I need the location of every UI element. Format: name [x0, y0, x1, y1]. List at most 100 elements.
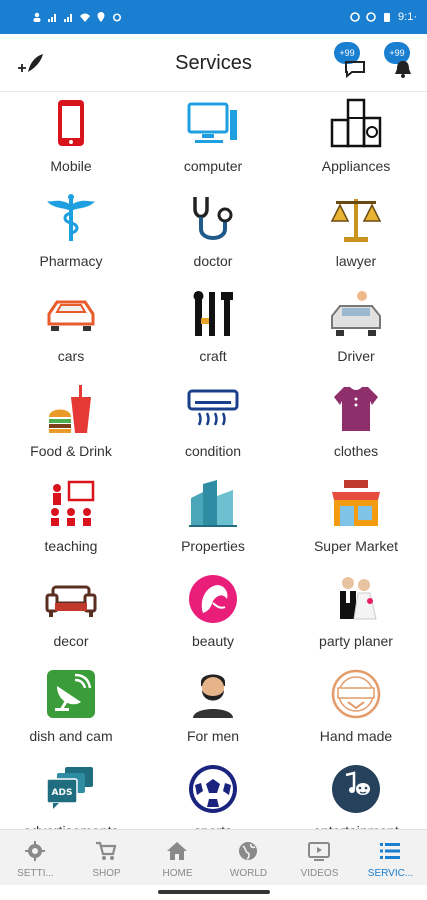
hand-made-badge-icon — [331, 669, 381, 719]
stethoscope-icon — [193, 197, 233, 240]
service-label: decor — [53, 633, 89, 649]
notifications-button[interactable]: +99 — [384, 42, 418, 78]
nav-shop[interactable]: SHOP — [71, 830, 142, 886]
service-label: teaching — [44, 538, 98, 554]
nav-label: HOME — [162, 868, 193, 879]
sync-icon — [350, 12, 360, 22]
service-label: Hand made — [319, 728, 393, 744]
blouse-icon — [334, 387, 378, 431]
status-icons-left — [32, 12, 122, 22]
caduceus-icon — [47, 194, 95, 241]
ads-icon: ADS — [46, 767, 93, 809]
service-condition[interactable]: condition — [142, 377, 284, 472]
mobile-phone-icon — [58, 100, 84, 146]
service-label: cars — [57, 348, 85, 364]
nav-services[interactable]: SERVIC... — [355, 830, 426, 886]
market-store-icon — [332, 480, 380, 526]
service-label: Driver — [337, 348, 375, 364]
shopping-cart-icon — [96, 841, 117, 860]
chat-icon — [345, 61, 365, 78]
nav-videos[interactable]: VIDEOS — [284, 830, 355, 886]
beauty-face-icon — [189, 575, 237, 623]
status-time: 9:1· — [398, 11, 417, 23]
air-conditioner-icon — [187, 389, 239, 426]
home-icon — [167, 842, 187, 860]
service-advertisements[interactable]: ADS advertisements — [0, 757, 142, 829]
nav-label: SETTI... — [17, 868, 54, 879]
teaching-icon — [51, 480, 95, 526]
alarm-icon — [113, 13, 121, 22]
system-home-bar — [0, 885, 427, 900]
status-bar: 9:1· — [0, 0, 427, 34]
service-label: Food & Drink — [30, 443, 112, 459]
service-super-market[interactable]: Super Market — [285, 472, 427, 567]
service-lawyer[interactable]: lawyer — [285, 187, 427, 282]
nav-world[interactable]: WORLD — [213, 830, 284, 886]
bearded-man-icon — [193, 674, 233, 718]
service-label: Pharmacy — [39, 253, 103, 269]
soccer-ball-icon — [189, 765, 237, 813]
service-sports[interactable]: sports — [142, 757, 284, 829]
service-mobile[interactable]: Mobile — [0, 92, 142, 187]
tools-icon — [193, 291, 233, 336]
service-label: Mobile — [50, 158, 92, 174]
service-label: computer — [183, 158, 243, 174]
person-icon — [33, 12, 41, 22]
service-cars[interactable]: cars — [0, 282, 142, 377]
burger-drink-icon — [49, 385, 91, 433]
service-for-men[interactable]: For men — [142, 662, 284, 757]
service-label: beauty — [191, 633, 235, 649]
service-appliances[interactable]: Appliances — [285, 92, 427, 187]
service-craft[interactable]: craft — [142, 282, 284, 377]
satellite-dish-icon — [47, 670, 95, 718]
service-properties[interactable]: Properties — [142, 472, 284, 567]
appliances-icon — [330, 98, 382, 148]
service-hand-made[interactable]: Hand made — [285, 662, 427, 757]
list-icon — [380, 843, 400, 859]
sync-icon-2 — [366, 12, 376, 22]
status-icons-right: 9:1· — [350, 11, 417, 23]
service-label: Properties — [181, 538, 245, 554]
service-party-planer[interactable]: party planer — [285, 567, 427, 662]
service-entertainment[interactable]: entertainment — [285, 757, 427, 829]
home-indicator[interactable] — [158, 890, 270, 894]
service-label: Appliances — [321, 158, 391, 174]
bell-icon — [395, 61, 411, 78]
service-driver[interactable]: Driver — [285, 282, 427, 377]
nav-settings[interactable]: SETTI... — [0, 830, 71, 886]
gear-icon — [25, 841, 45, 861]
service-label: clothes — [333, 443, 379, 459]
service-beauty[interactable]: beauty — [142, 567, 284, 662]
car-icon — [47, 300, 95, 331]
location-icon — [97, 12, 105, 22]
service-label: condition — [184, 443, 242, 459]
theater-music-icon — [332, 765, 380, 813]
signal-icon — [48, 14, 56, 22]
service-teaching[interactable]: teaching — [0, 472, 142, 567]
bottom-navigation: SETTI... SHOP HOME WORLD VIDEOS SERVIC..… — [0, 829, 427, 885]
wedding-couple-icon — [340, 577, 377, 620]
service-pharmacy[interactable]: Pharmacy — [0, 187, 142, 282]
service-dish-and-cam[interactable]: dish and cam — [0, 662, 142, 757]
nav-label: SHOP — [92, 868, 121, 879]
scales-icon — [330, 199, 382, 242]
driver-car-icon — [331, 291, 381, 336]
nav-label: WORLD — [229, 868, 268, 879]
signal-icon-2 — [64, 14, 72, 22]
service-label: party planer — [319, 633, 393, 649]
battery-icon — [384, 13, 391, 22]
service-label: dish and cam — [29, 728, 113, 744]
service-decor[interactable]: decor — [0, 567, 142, 662]
service-doctor[interactable]: doctor — [142, 187, 284, 282]
service-computer[interactable]: computer — [142, 92, 284, 187]
svg-text:ADS: ADS — [52, 788, 73, 798]
globe-icon — [239, 842, 257, 860]
nav-home[interactable]: HOME — [142, 830, 213, 886]
nav-label: SERVIC... — [367, 868, 414, 879]
messages-button[interactable]: +99 — [334, 42, 368, 78]
service-food-drink[interactable]: Food & Drink — [0, 377, 142, 472]
service-clothes[interactable]: clothes — [285, 377, 427, 472]
sofa-icon — [45, 585, 97, 617]
computer-icon — [187, 102, 237, 143]
video-icon — [308, 842, 330, 861]
